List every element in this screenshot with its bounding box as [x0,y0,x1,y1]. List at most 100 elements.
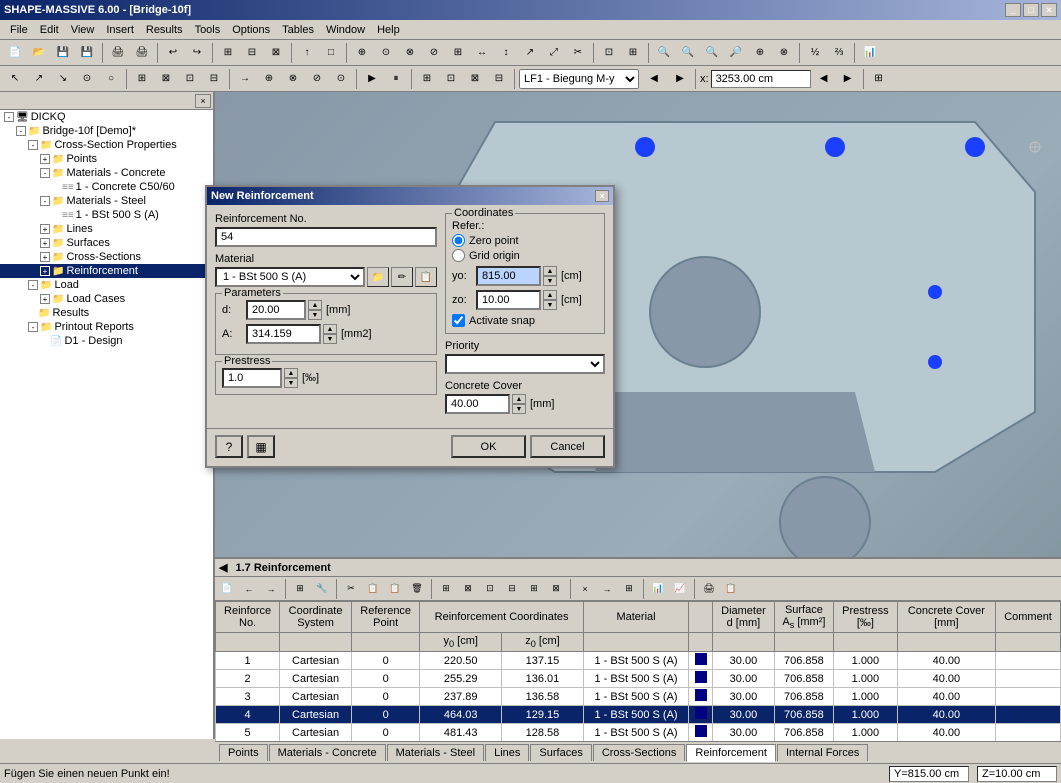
expand-surfaces[interactable]: + [40,238,50,248]
expand-points[interactable]: + [40,154,50,164]
tree-project[interactable]: - 📁 Bridge-10f [Demo]* [0,124,213,138]
prev-loadcase[interactable]: ◀ [643,68,665,90]
tb2-20[interactable]: ⊟ [488,68,510,90]
cc-input[interactable] [445,394,510,414]
tb2-18[interactable]: ⊡ [440,68,462,90]
tool14[interactable]: ⊞ [622,42,644,64]
panel-close[interactable]: × [195,94,211,108]
rt16[interactable]: → [597,579,617,599]
rt1[interactable]: 📄 [217,579,237,599]
grid-button[interactable]: ⊞ [217,42,239,64]
tb2-11[interactable]: ⊕ [258,68,280,90]
redo-button[interactable]: ↪ [186,42,208,64]
tool18[interactable]: 🔎 [725,42,747,64]
tree-printout[interactable]: - 📁 Printout Reports [0,320,213,334]
tb2-7[interactable]: ⊠ [155,68,177,90]
tb2-14[interactable]: ⊙ [330,68,352,90]
rt21[interactable]: 📋 [721,579,741,599]
tree-loadcases[interactable]: + 📁 Load Cases [0,292,213,306]
dialog-close-button[interactable]: × [595,190,609,202]
table-row[interactable]: 2 Cartesian 0 255.29 136.01 1 - BSt 500 … [216,670,1061,688]
material-select[interactable]: 1 - BSt 500 S (A) [215,267,365,287]
ok-button[interactable]: OK [451,435,526,458]
tool10[interactable]: ↗ [519,42,541,64]
rt18[interactable]: 📊 [648,579,668,599]
rt4[interactable]: 🔧 [312,579,332,599]
tree-reinf[interactable]: + 📁 Reinforcement [0,264,213,278]
tool15[interactable]: 🔍 [653,42,675,64]
expand-mat-c[interactable]: - [40,168,50,178]
rt10[interactable]: ⊠ [458,579,478,599]
grid3-button[interactable]: ⊠ [265,42,287,64]
grid-origin-radio[interactable] [452,249,465,262]
table-row[interactable]: 3 Cartesian 0 237.89 136.58 1 - BSt 500 … [216,688,1061,706]
prev-x[interactable]: ◀ [813,68,835,90]
tb2-9[interactable]: ⊟ [203,68,225,90]
reinf-panel-collapse[interactable]: ◀ [219,561,227,574]
rt5[interactable]: ✂ [341,579,361,599]
tree-root-item[interactable]: - 🖥 DICKQ [0,110,213,124]
tab-internal-forces[interactable]: Internal Forces [777,744,868,761]
tool8[interactable]: ↔ [471,42,493,64]
menu-edit[interactable]: Edit [34,22,65,38]
rt3[interactable]: ⊞ [290,579,310,599]
next-x[interactable]: ▶ [837,68,859,90]
activate-snap-checkbox[interactable] [452,314,465,327]
tb2-19[interactable]: ⊠ [464,68,486,90]
expand-root[interactable]: - [4,112,14,122]
tool4[interactable]: ⊙ [375,42,397,64]
expand-load[interactable]: - [28,280,38,290]
prestress-down[interactable]: ▼ [284,378,298,388]
rt17[interactable]: ⊞ [619,579,639,599]
table-row[interactable]: 5 Cartesian 0 481.43 128.58 1 - BSt 500 … [216,724,1061,741]
reinf-no-input[interactable] [215,227,437,247]
tb2-3[interactable]: ↘ [52,68,74,90]
maximize-button[interactable]: □ [1023,3,1039,17]
save2-button[interactable]: 💾 [76,42,98,64]
d-down[interactable]: ▼ [308,310,322,320]
tree-points[interactable]: + 📁 Points [0,152,213,166]
tb2-13[interactable]: ⊘ [306,68,328,90]
a-up[interactable]: ▲ [323,324,337,334]
tree-results[interactable]: 📁 Results [0,306,213,320]
load-case-select[interactable]: LF1 - Biegung M-y [519,69,639,89]
open-button[interactable]: 📂 [28,42,50,64]
rt6[interactable]: 📋 [363,579,383,599]
tab-surfaces[interactable]: Surfaces [530,744,591,761]
tool3[interactable]: ⊕ [351,42,373,64]
tree-concrete-c50[interactable]: ≡≡ 1 - Concrete C50/60 [0,180,213,194]
save-button[interactable]: 💾 [52,42,74,64]
tb2-1[interactable]: ↖ [4,68,26,90]
rt7[interactable]: 📋 [385,579,405,599]
tool1[interactable]: ↑ [296,42,318,64]
tree-mat-steel[interactable]: - 📁 Materials - Steel [0,194,213,208]
tree-mat-concrete[interactable]: - 📁 Materials - Concrete [0,166,213,180]
menu-tools[interactable]: Tools [189,22,227,38]
expand-reinf[interactable]: + [40,266,50,276]
rt9[interactable]: ⊞ [436,579,456,599]
new-button[interactable]: 📄 [4,42,26,64]
tab-mat-steel[interactable]: Materials - Steel [387,744,484,761]
close-button[interactable]: × [1041,3,1057,17]
menu-insert[interactable]: Insert [100,22,140,38]
tb2-15[interactable]: ▶ [361,68,383,90]
tb2-17[interactable]: ⊞ [416,68,438,90]
rt-back[interactable]: ← [239,579,259,599]
zo-input[interactable] [476,290,541,310]
dialog-help-button[interactable]: ? [215,435,243,458]
table-row[interactable]: 4 Cartesian 0 464.03 129.15 1 - BSt 500 … [216,706,1061,724]
tool13[interactable]: ⊡ [598,42,620,64]
undo-button[interactable]: ↩ [162,42,184,64]
yo-down[interactable]: ▼ [543,276,557,286]
zo-down[interactable]: ▼ [543,300,557,310]
zero-point-radio[interactable] [452,234,465,247]
tab-crosssec[interactable]: Cross-Sections [593,744,686,761]
rt13[interactable]: ⊞ [524,579,544,599]
tool21[interactable]: ½ [804,42,826,64]
expand-crosssec[interactable]: + [40,252,50,262]
a-down[interactable]: ▼ [323,334,337,344]
expand-printout[interactable]: - [28,322,38,332]
rt12[interactable]: ⊟ [502,579,522,599]
expand-mat-s[interactable]: - [40,196,50,206]
priority-select[interactable] [445,354,605,374]
